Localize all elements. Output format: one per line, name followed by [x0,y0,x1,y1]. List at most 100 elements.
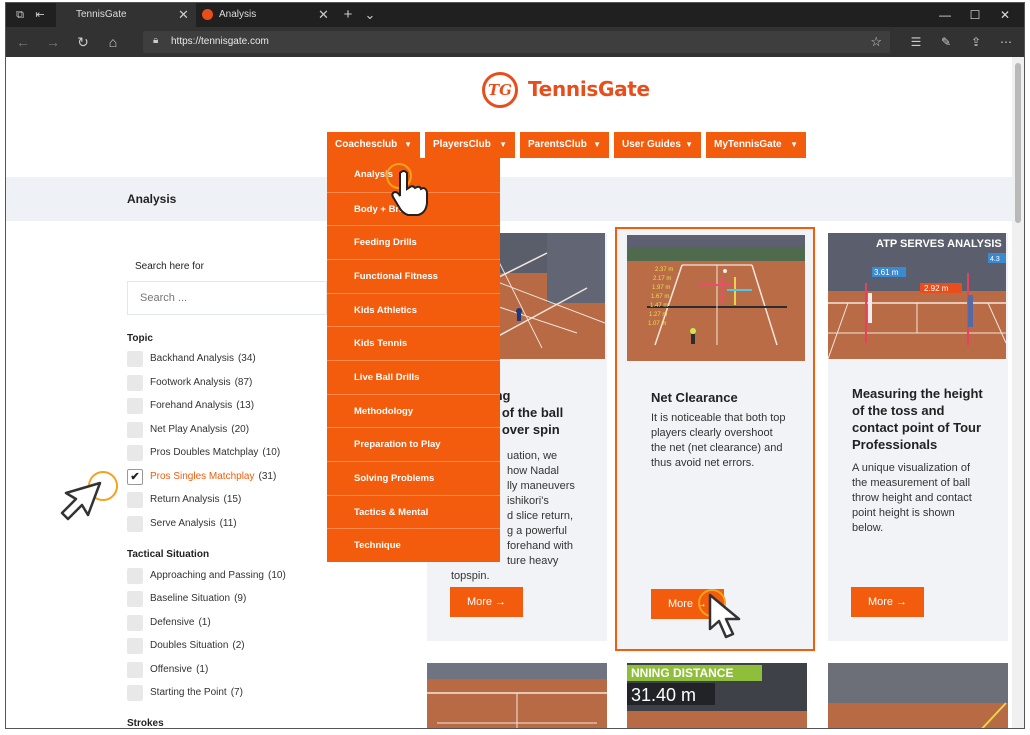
menu-parentsclub[interactable]: ParentsClub ▼ [520,132,609,158]
facet-count: (1) [198,617,211,628]
height-label: 2.92 m [924,284,949,293]
facet-heading-topic: Topic [127,333,153,344]
dropdown-item-methodology[interactable]: Methodology [327,394,500,428]
facet-label: Serve Analysis (11) [150,518,237,529]
article-thumbnail[interactable] [427,663,607,728]
tab-tennisgate[interactable]: TennisGate [56,3,196,27]
tennisgate-logo-icon: TG [482,72,518,108]
checkbox[interactable] [127,351,143,367]
page-scrollbar[interactable] [1012,57,1024,728]
checkbox[interactable] [127,492,143,508]
facet-text: Backhand Analysis [150,353,234,364]
checkbox[interactable] [127,445,143,461]
dropdown-item-technique[interactable]: Technique [327,528,500,562]
checkbox[interactable] [127,591,143,607]
checkbox[interactable] [127,685,143,701]
height-label: 3.61 m [874,268,899,277]
back-icon[interactable]: ← [14,33,32,51]
checkbox[interactable] [127,398,143,414]
facet-count: (10) [262,447,281,458]
tennis-court-image [828,663,1008,728]
facet-label: Pros Doubles Matchplay (10) [150,447,280,458]
menu-label: ParentsClub [528,139,587,150]
checkbox[interactable] [127,662,143,678]
forward-icon[interactable]: → [44,33,62,51]
browser-window: ⧉ ⇤ TennisGate ✕ Analysis ✕ + ⌄ — ☐ ✕ ← … [5,2,1025,729]
menu-mytennisgate[interactable]: MyTennisGate ▼ [706,132,806,158]
close-tab-icon[interactable]: ✕ [318,3,329,27]
menu-user-guides[interactable]: User Guides ▼ [614,132,701,158]
facet-count: (1) [196,664,209,675]
dropdown-item-solving-problems[interactable]: Solving Problems [327,461,500,495]
dropdown-item-feeding-drills[interactable]: Feeding Drills [327,225,500,259]
checkbox[interactable] [127,375,143,391]
tennis-court-image: ATP SERVES ANALYSIS 3.61 m 2.92 m 4.3 [828,233,1006,359]
arrow-cursor-icon [60,481,102,521]
facet-label: Net Play Analysis (20) [150,424,249,435]
facet-count: (20) [231,424,250,435]
browser-toolbar: ← → ↻ ⌂ 🔒︎ https://tennisgate.com ☆ ☰ ✎ … [6,27,1024,57]
web-note-icon[interactable]: ✎ [937,33,955,51]
article-card[interactable]: ATP SERVES ANALYSIS 3.61 m 2.92 m 4.3 Me… [828,233,1008,641]
facet-count: (87) [234,377,253,388]
favorites-list-icon[interactable]: ☰ [907,33,925,51]
facet-label: Return Analysis (15) [150,494,241,505]
refresh-icon[interactable]: ↻ [74,33,92,51]
web-page: TG TennisGate Coachesclub ▼ PlayersClub ▼ … [6,57,1014,729]
home-icon[interactable]: ⌂ [104,33,122,51]
close-tab-icon[interactable]: ✕ [178,3,189,27]
checkbox[interactable] [127,568,143,584]
checkbox[interactable] [127,615,143,631]
article-card-highlighted[interactable]: 2.37 m 2.17 m 1.97 m 1.67 m 1.47 m 1.27 … [615,227,815,651]
menu-label: Coachesclub [335,139,398,150]
new-tab-icon[interactable]: + [340,7,356,23]
menu-coachesclub[interactable]: Coachesclub ▼ [327,132,420,158]
more-button[interactable]: More → [450,587,523,617]
dropdown-item-preparation[interactable]: Preparation to Play [327,427,500,461]
tennisgate-favicon-icon [202,8,213,20]
facet-label: Pros Singles Matchplay (31) [150,471,276,482]
card-desc-line: topspin. [451,570,490,582]
checkbox[interactable] [127,422,143,438]
article-thumbnail[interactable]: NNING DISTANCE 31.40 m [627,663,807,728]
thumb-value: 31.40 m [631,685,696,705]
tab-analysis[interactable]: Analysis [196,3,336,27]
minimize-icon[interactable]: — [930,3,960,27]
facet-text: Doubles Situation [150,640,229,651]
facet-label: Starting the Point (7) [150,687,243,698]
facet-label: Backhand Analysis (34) [150,353,256,364]
checkbox-checked[interactable]: ✔ [127,469,143,485]
favorite-star-icon[interactable]: ☆ [870,31,882,53]
more-button[interactable]: More → [851,587,924,617]
card-image: 2.37 m 2.17 m 1.97 m 1.67 m 1.47 m 1.27 … [627,235,805,361]
address-bar[interactable]: 🔒︎ https://tennisgate.com ☆ [143,31,890,53]
dropdown-item-live-ball-drills[interactable]: Live Ball Drills [327,360,500,394]
checkbox[interactable] [127,516,143,532]
dropdown-item-kids-tennis[interactable]: Kids Tennis [327,326,500,360]
maximize-icon[interactable]: ☐ [960,3,990,27]
checkbox[interactable] [127,638,143,654]
facet-heading-strokes: Strokes [127,718,164,729]
scrollbar-thumb[interactable] [1015,63,1021,223]
dropdown-item-kids-athletics[interactable]: Kids Athletics [327,293,500,327]
height-label: 2.37 m [655,267,673,273]
arrow-cursor-icon [708,593,741,639]
close-window-icon[interactable]: ✕ [990,3,1020,27]
card-image: ATP SERVES ANALYSIS 3.61 m 2.92 m 4.3 [828,233,1006,359]
height-label: 2.17 m [653,276,671,282]
dropdown-item-tactics-mental[interactable]: Tactics & Mental [327,495,500,529]
tab-list-chevron-icon[interactable]: ⌄ [362,7,378,23]
search-input[interactable] [127,281,327,315]
menu-label: PlayersClub [433,139,491,150]
facet-label: Offensive (1) [150,664,208,675]
set-aside-tabs-icon[interactable]: ⇤ [32,7,48,23]
more-icon[interactable]: ⋯ [997,33,1015,51]
menu-playersclub[interactable]: PlayersClub ▼ [425,132,515,158]
article-thumbnail[interactable] [828,663,1008,728]
dropdown-item-functional-fitness[interactable]: Functional Fitness [327,259,500,293]
tab-actions-icon[interactable]: ⧉ [12,7,28,23]
share-icon[interactable]: ⇪ [967,33,985,51]
facet-count: (31) [258,471,277,482]
facet-text: Forehand Analysis [150,400,233,411]
facet-label: Doubles Situation (2) [150,640,245,651]
